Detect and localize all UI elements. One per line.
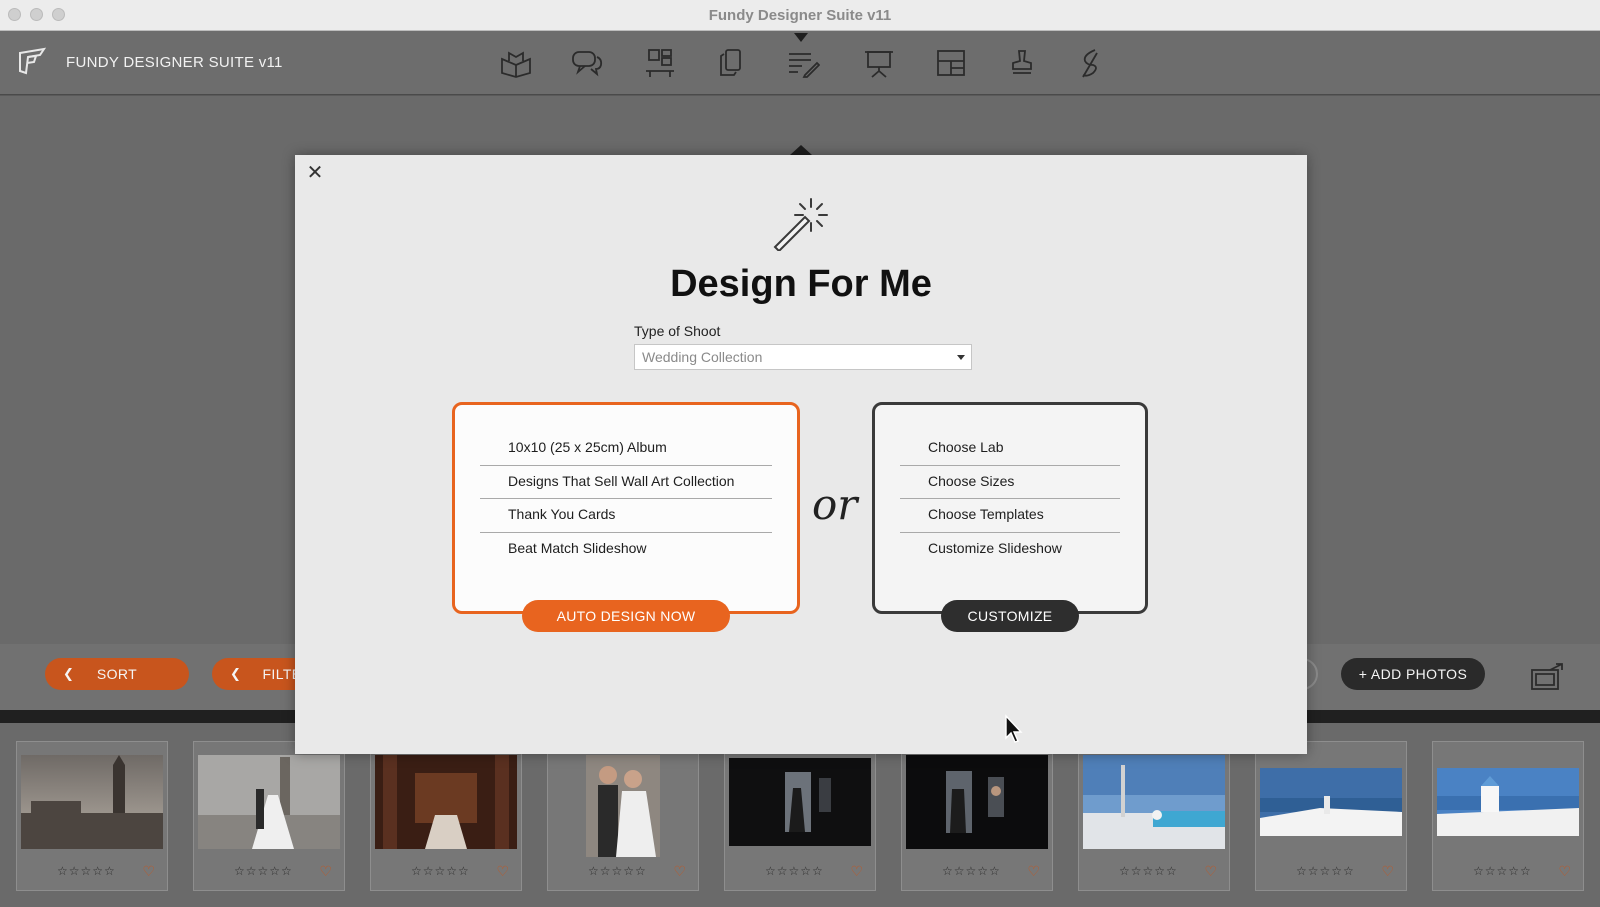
london-landmark-image — [21, 755, 163, 849]
add-photos-button[interactable]: + ADD PHOTOS — [1341, 658, 1485, 690]
or-divider: or — [812, 480, 858, 529]
star-rating[interactable]: ☆☆☆☆☆ — [942, 864, 1001, 878]
photo-thumbnail[interactable]: ☆☆☆☆☆ ♡ — [1432, 741, 1584, 891]
cards-icon[interactable] — [714, 47, 748, 79]
star-rating[interactable]: ☆☆☆☆☆ — [1296, 864, 1355, 878]
layout-icon[interactable] — [934, 47, 968, 79]
add-photos-label: + ADD PHOTOS — [1358, 666, 1468, 682]
fundy-logo-icon — [19, 47, 47, 75]
customize-list: Choose Lab Choose Sizes Choose Templates… — [900, 432, 1120, 566]
ornate-hall-image — [375, 755, 517, 849]
heart-icon[interactable]: ♡ — [496, 863, 509, 880]
white-chapel-image — [1437, 768, 1579, 836]
list-item: Choose Templates — [900, 499, 1120, 533]
photo-thumbnail[interactable]: ☆☆☆☆☆ ♡ — [1078, 741, 1230, 891]
dark-doorway-image — [729, 758, 871, 846]
auto-design-list: 10x10 (25 x 25cm) Album Designs That Sel… — [480, 432, 772, 566]
design-list-icon[interactable] — [786, 47, 821, 79]
chat-icon[interactable] — [570, 47, 604, 79]
star-rating[interactable]: ☆☆☆☆☆ — [588, 864, 647, 878]
photo-thumbnail[interactable]: ☆☆☆☆☆ ♡ — [724, 741, 876, 891]
close-icon[interactable]: ✕ — [303, 161, 327, 185]
photo-thumbnail[interactable]: ☆☆☆☆☆ ♡ — [16, 741, 168, 891]
photo-thumbnail[interactable]: ☆☆☆☆☆ ♡ — [1255, 741, 1407, 891]
star-rating[interactable]: ☆☆☆☆☆ — [1119, 864, 1178, 878]
star-rating[interactable]: ☆☆☆☆☆ — [765, 864, 824, 878]
list-item: Thank You Cards — [480, 499, 772, 533]
star-rating[interactable]: ☆☆☆☆☆ — [411, 864, 470, 878]
list-item: Designs That Sell Wall Art Collection — [480, 466, 772, 499]
list-item: 10x10 (25 x 25cm) Album — [480, 432, 772, 466]
photo-thumbnail[interactable]: ☆☆☆☆☆ ♡ — [901, 741, 1053, 891]
heart-icon[interactable]: ♡ — [142, 863, 155, 880]
chevron-left-icon: ❮ — [230, 666, 242, 681]
workspace-notch — [790, 145, 812, 155]
caret-down-icon — [957, 355, 965, 360]
sort-button[interactable]: ❮ SORT — [45, 658, 189, 690]
shoot-type-select[interactable]: Wedding Collection — [634, 344, 972, 370]
list-item: Customize Slideshow — [928, 539, 1062, 556]
star-rating[interactable]: ☆☆☆☆☆ — [57, 864, 116, 878]
heart-icon[interactable]: ♡ — [673, 863, 686, 880]
couple-bridge-image — [198, 755, 340, 849]
list-item: Beat Match Slideshow — [508, 539, 647, 556]
sort-label: SORT — [96, 666, 138, 682]
heart-icon[interactable]: ♡ — [319, 863, 332, 880]
shoot-type-value: Wedding Collection — [642, 349, 763, 365]
presentation-icon[interactable] — [862, 47, 896, 79]
heart-icon[interactable]: ♡ — [850, 863, 863, 880]
photo-thumbnail[interactable]: ☆☆☆☆☆ ♡ — [193, 741, 345, 891]
window-title: Fundy Designer Suite v11 — [708, 7, 892, 24]
dialog-title: Design For Me — [670, 263, 932, 305]
signature-icon[interactable] — [1073, 47, 1107, 79]
export-icon[interactable] — [1530, 662, 1566, 692]
list-item: Choose Sizes — [900, 466, 1120, 499]
photo-thumbnail[interactable]: ☆☆☆☆☆ ♡ — [547, 741, 699, 891]
star-rating[interactable]: ☆☆☆☆☆ — [1473, 864, 1532, 878]
stamp-icon[interactable] — [1005, 47, 1039, 79]
app-name: FUNDY DESIGNER SUITE v11 — [66, 54, 283, 71]
whitewashed-terrace-image — [1260, 768, 1402, 836]
customize-panel: Choose Lab Choose Sizes Choose Templates… — [872, 402, 1148, 614]
window-titlebar: Fundy Designer Suite v11 — [0, 0, 1600, 31]
chevron-left-icon: ❮ — [63, 666, 75, 681]
mouse-cursor-icon — [1005, 714, 1023, 743]
album-icon[interactable] — [499, 47, 533, 79]
active-tool-marker — [794, 33, 808, 42]
star-rating[interactable]: ☆☆☆☆☆ — [234, 864, 293, 878]
list-item: Choose Lab — [900, 432, 1120, 466]
couple-portrait-image — [586, 755, 660, 857]
auto-design-button[interactable]: AUTO DESIGN NOW — [522, 600, 730, 632]
heart-icon[interactable]: ♡ — [1381, 863, 1394, 880]
photo-thumbnail[interactable]: ☆☆☆☆☆ ♡ — [370, 741, 522, 891]
heart-icon[interactable]: ♡ — [1204, 863, 1217, 880]
shoot-type-label: Type of Shoot — [634, 323, 721, 339]
heart-icon[interactable]: ♡ — [1027, 863, 1040, 880]
dark-window-image — [906, 755, 1048, 849]
customize-button[interactable]: CUSTOMIZE — [941, 600, 1079, 632]
poolside-terrace-image — [1083, 755, 1225, 849]
magic-wand-icon — [773, 198, 828, 251]
auto-design-panel: 10x10 (25 x 25cm) Album Designs That Sel… — [452, 402, 800, 614]
design-for-me-dialog: ✕ Design For Me Type of Shoot Wedding Co… — [295, 155, 1307, 754]
heart-icon[interactable]: ♡ — [1558, 863, 1571, 880]
wall-art-icon[interactable] — [643, 47, 677, 79]
